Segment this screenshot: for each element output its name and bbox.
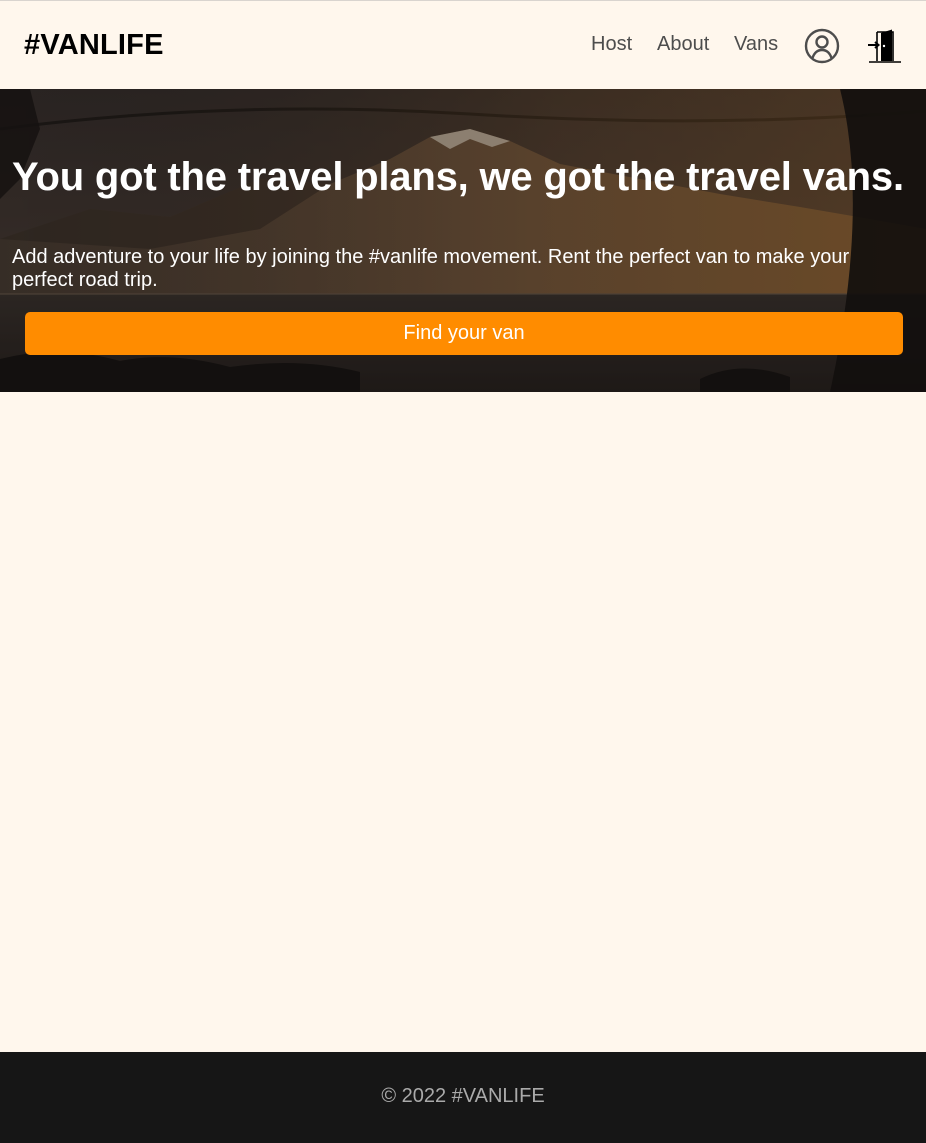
find-your-van-button[interactable]: Find your van [25, 312, 903, 355]
account-button[interactable] [803, 27, 841, 65]
site-footer: © 2022 #VANLIFE [0, 1052, 926, 1143]
site-header: #VANLIFE Host About Vans [0, 1, 926, 89]
footer-copyright: © 2022 #VANLIFE [381, 1085, 545, 1107]
logout-button[interactable] [865, 27, 903, 65]
nav-link-vans[interactable]: Vans [734, 33, 778, 56]
nav-link-about[interactable]: About [657, 33, 709, 56]
hero-title: You got the travel plans, we got the tra… [12, 155, 904, 199]
hero-banner: You got the travel plans, we got the tra… [0, 89, 926, 392]
nav-link-host[interactable]: Host [591, 33, 632, 56]
hero-subtitle: Add adventure to your life by joining th… [12, 246, 850, 291]
site-logo[interactable]: #VANLIFE [24, 29, 164, 62]
user-circle-icon [804, 28, 840, 64]
door-exit-icon [868, 29, 901, 63]
